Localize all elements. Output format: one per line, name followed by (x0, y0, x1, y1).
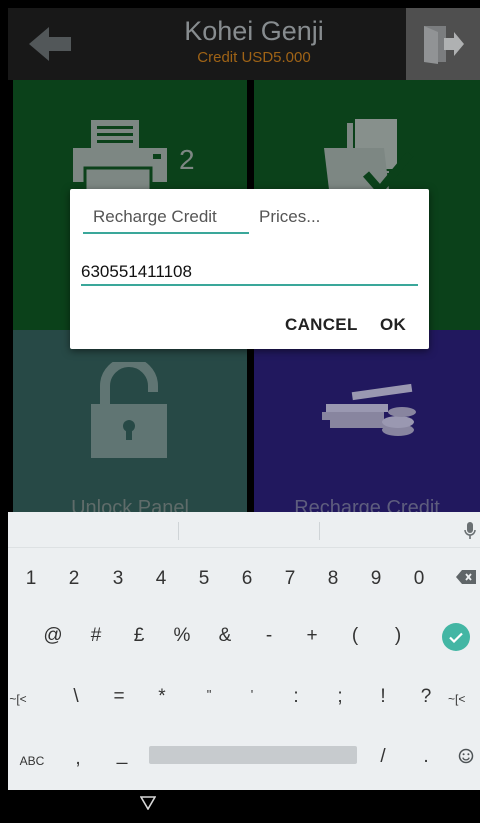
ok-button[interactable]: OK (380, 315, 406, 335)
soft-keyboard: 1 2 3 4 5 6 7 8 9 0 @ # £ % & - + ( ) ~[… (8, 512, 480, 790)
key-4[interactable]: 4 (143, 568, 179, 590)
key-more-symbols-right[interactable]: ~[< (448, 688, 480, 710)
key-percent[interactable]: % (164, 625, 200, 647)
key-period[interactable]: . (408, 746, 444, 768)
key-pound[interactable]: £ (121, 625, 157, 647)
key-6[interactable]: 6 (229, 568, 265, 590)
key-asterisk[interactable]: * (144, 686, 180, 708)
space-bar[interactable] (149, 746, 357, 764)
nav-back-triangle-icon[interactable] (140, 796, 156, 810)
checkmark-icon (449, 632, 463, 643)
key-semicolon[interactable]: ; (322, 686, 358, 708)
key-5[interactable]: 5 (186, 568, 222, 590)
key-equals[interactable]: = (101, 686, 137, 708)
suggestion-bar (8, 512, 480, 548)
key-comma[interactable]: , (60, 748, 96, 770)
key-minus[interactable]: - (251, 625, 287, 647)
emoji-key[interactable] (448, 748, 480, 770)
recharge-dialog: Recharge Credit Prices... CANCEL OK (70, 189, 429, 349)
suggestion-divider (319, 522, 320, 540)
key-open-paren[interactable]: ( (337, 625, 373, 647)
tab-recharge-credit[interactable]: Recharge Credit (93, 207, 217, 227)
system-nav-bar (8, 790, 480, 823)
key-3[interactable]: 3 (100, 568, 136, 590)
key-colon[interactable]: : (278, 686, 314, 708)
key-8[interactable]: 8 (315, 568, 351, 590)
key-9[interactable]: 9 (358, 568, 394, 590)
key-slash[interactable]: / (365, 746, 401, 768)
tab-prices[interactable]: Prices... (259, 207, 320, 227)
microphone-icon[interactable] (464, 522, 476, 540)
key-at[interactable]: @ (35, 625, 71, 647)
key-exclamation[interactable]: ! (365, 686, 401, 708)
key-underscore[interactable]: _ (104, 744, 140, 766)
backspace-icon (456, 570, 476, 584)
key-double-quote[interactable]: " (191, 684, 227, 706)
emoji-icon (458, 748, 474, 764)
key-backslash[interactable]: \ (58, 686, 94, 708)
key-1[interactable]: 1 (13, 568, 49, 590)
cancel-button[interactable]: CANCEL (285, 315, 358, 335)
key-close-paren[interactable]: ) (380, 625, 416, 647)
key-question[interactable]: ? (408, 686, 444, 708)
key-2[interactable]: 2 (56, 568, 92, 590)
active-tab-indicator (83, 232, 249, 234)
key-plus[interactable]: + (294, 625, 330, 647)
key-0[interactable]: 0 (401, 568, 437, 590)
backspace-key[interactable] (448, 568, 480, 590)
key-apostrophe[interactable]: ' (234, 684, 270, 706)
key-hash[interactable]: # (78, 625, 114, 647)
enter-key[interactable] (442, 623, 470, 651)
key-abc[interactable]: ABC (14, 750, 50, 772)
suggestion-divider (178, 522, 179, 540)
voucher-code-input[interactable] (81, 260, 418, 286)
key-more-symbols-left[interactable]: ~[< (0, 688, 36, 710)
key-ampersand[interactable]: & (207, 625, 243, 647)
key-7[interactable]: 7 (272, 568, 308, 590)
